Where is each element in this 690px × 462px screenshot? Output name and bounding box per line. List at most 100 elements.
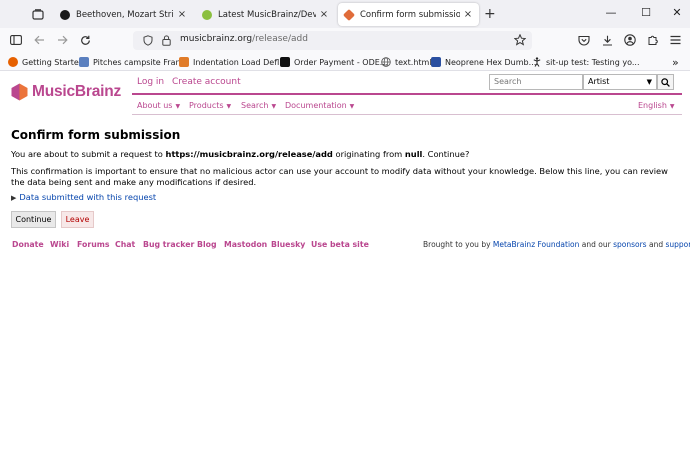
minimize-button[interactable]: —: [604, 6, 618, 19]
footer-link-forums[interactable]: Forums: [77, 240, 110, 249]
star-icon: [514, 34, 526, 46]
bookmark-label: Pitches campsite Fran...: [93, 57, 189, 67]
submitted-data-toggle[interactable]: ▶ Data submitted with this request: [11, 192, 156, 202]
musicbrainz-logo[interactable]: MusicBrainz: [11, 83, 121, 101]
bookmark-label: text.html: [395, 57, 432, 67]
download-icon: [602, 35, 612, 46]
bookmark-star-button[interactable]: [512, 32, 528, 48]
disclosure-triangle-icon: ▶: [11, 194, 17, 202]
dropdown-caret-icon: ▼: [646, 78, 652, 86]
tab-overview-icon: [32, 8, 44, 20]
close-window-button[interactable]: ✕: [670, 6, 684, 19]
bookmark-sit-up-test[interactable]: sit-up test: Testing yo...: [532, 55, 640, 69]
bookmark-label: Order Payment - ODE...: [294, 57, 388, 67]
tab-close-icon[interactable]: ×: [463, 9, 473, 20]
tab-favicon-icon: [342, 8, 356, 21]
forward-button[interactable]: [54, 32, 70, 48]
menu-products[interactable]: Products ▼: [189, 101, 231, 110]
credit-and: and: [646, 240, 666, 249]
app-menu-button[interactable]: [667, 32, 683, 48]
musicbrainz-logo-icon: [11, 83, 28, 101]
forward-arrow-icon: [57, 35, 68, 45]
header-divider: [132, 93, 682, 95]
account-button[interactable]: [622, 32, 638, 48]
bookmark-neoprene-hex[interactable]: Neoprene Hex Dumb...: [431, 55, 536, 69]
bookmark-text-html[interactable]: text.html: [381, 55, 432, 69]
chevron-down-icon: ▼: [669, 103, 675, 110]
page-title: Confirm form submission: [11, 128, 181, 142]
bookmark-getting-started[interactable]: Getting Started: [8, 55, 84, 69]
chevron-down-icon: ▼: [349, 103, 355, 110]
menu-label: Documentation: [285, 101, 347, 110]
chevron-down-icon: ▼: [175, 103, 181, 110]
footer-link-donate[interactable]: Donate: [12, 240, 44, 249]
tab-close-icon[interactable]: ×: [177, 9, 187, 20]
leave-button[interactable]: Leave: [61, 211, 94, 228]
account-icon: [624, 34, 636, 46]
footer-link-mastodon[interactable]: Mastodon: [224, 240, 267, 249]
menu-about-us[interactable]: About us ▼: [137, 101, 180, 110]
intro-url: https://musicbrainz.org/release/add: [165, 149, 333, 159]
maximize-button[interactable]: ☐: [639, 6, 653, 19]
intro-before: You are about to submit a request to: [11, 149, 166, 159]
tab-label: Confirm form submission - Mus: [360, 9, 460, 20]
bookmark-pitches-campsite[interactable]: Pitches campsite Fran...: [79, 55, 188, 69]
create-account-link[interactable]: Create account: [172, 77, 241, 87]
credit-prefix: Brought to you by: [423, 240, 493, 249]
intro-after: . Continue?: [422, 149, 470, 159]
footer-link-beta-site[interactable]: Use beta site: [311, 240, 369, 249]
downloads-button[interactable]: [599, 32, 615, 48]
search-icon: [661, 77, 670, 87]
menu-label: Search: [241, 101, 269, 110]
back-button[interactable]: [31, 32, 47, 48]
menu-search[interactable]: Search ▼: [241, 101, 276, 110]
continue-button[interactable]: Continue: [11, 211, 56, 228]
search-input[interactable]: Search: [489, 74, 583, 90]
search-button[interactable]: [657, 74, 674, 90]
new-tab-button[interactable]: +: [484, 6, 496, 22]
person-exercise-icon: [533, 57, 541, 67]
tab-beethoven[interactable]: Beethoven, Mozart String Trio - ×: [54, 3, 193, 26]
extensions-button[interactable]: [645, 32, 661, 48]
reload-icon: [80, 35, 90, 45]
supporters-link[interactable]: supporters: [665, 240, 690, 249]
tab-close-icon[interactable]: ×: [319, 9, 329, 20]
bookmark-favicon-icon: [280, 57, 290, 67]
footer-link-chat[interactable]: Chat: [115, 240, 135, 249]
menu-language[interactable]: English ▼: [638, 101, 675, 110]
url-path: /release/add: [252, 34, 308, 44]
lock-icon: [161, 34, 171, 46]
details-summary: Data submitted with this request: [19, 192, 157, 202]
logo-text: MusicBrainz: [32, 83, 122, 100]
reload-button[interactable]: [77, 32, 93, 48]
tab-label: Beethoven, Mozart String Trio -: [76, 9, 174, 20]
footer-link-bluesky[interactable]: Bluesky: [271, 240, 305, 249]
pocket-button[interactable]: [576, 32, 592, 48]
bookmark-order-payment[interactable]: Order Payment - ODE...: [280, 55, 387, 69]
metabrainz-link[interactable]: MetaBrainz Foundation: [493, 240, 579, 249]
footer-link-wiki[interactable]: Wiki: [50, 240, 69, 249]
search-type-select[interactable]: Artist ▼: [583, 74, 657, 90]
tab-confirm-form[interactable]: Confirm form submission - Mus ×: [338, 3, 479, 26]
sponsors-link[interactable]: sponsors: [613, 240, 647, 249]
bookmark-label: Indentation Load Defl...: [193, 57, 287, 67]
intro-origin: null: [404, 149, 423, 159]
footer-link-blog[interactable]: Blog: [197, 240, 217, 249]
lock-button[interactable]: [158, 32, 174, 48]
url-text[interactable]: musicbrainz.org/release/add: [180, 34, 308, 44]
bookmark-indentation-load[interactable]: Indentation Load Defl...: [179, 55, 287, 69]
menu-documentation[interactable]: Documentation ▼: [285, 101, 354, 110]
bookmarks-overflow-button[interactable]: »: [672, 55, 679, 69]
tab-label: Latest MusicBrainz/Developmen: [218, 9, 316, 20]
tab-overview-button[interactable]: [27, 5, 49, 23]
login-link[interactable]: Log in: [137, 77, 164, 87]
credit-mid: and our: [579, 240, 614, 249]
puzzle-icon: [648, 35, 658, 45]
site-info-button[interactable]: [140, 32, 156, 48]
tab-musicbrainz-dev[interactable]: Latest MusicBrainz/Developmen ×: [196, 3, 335, 26]
bookmark-label: sit-up test: Testing yo...: [546, 57, 640, 67]
tab-favicon-icon: [202, 9, 212, 20]
footer-link-bug-tracker[interactable]: Bug tracker: [143, 240, 194, 249]
globe-icon: [381, 57, 391, 67]
sidebar-toggle-button[interactable]: [8, 32, 24, 48]
